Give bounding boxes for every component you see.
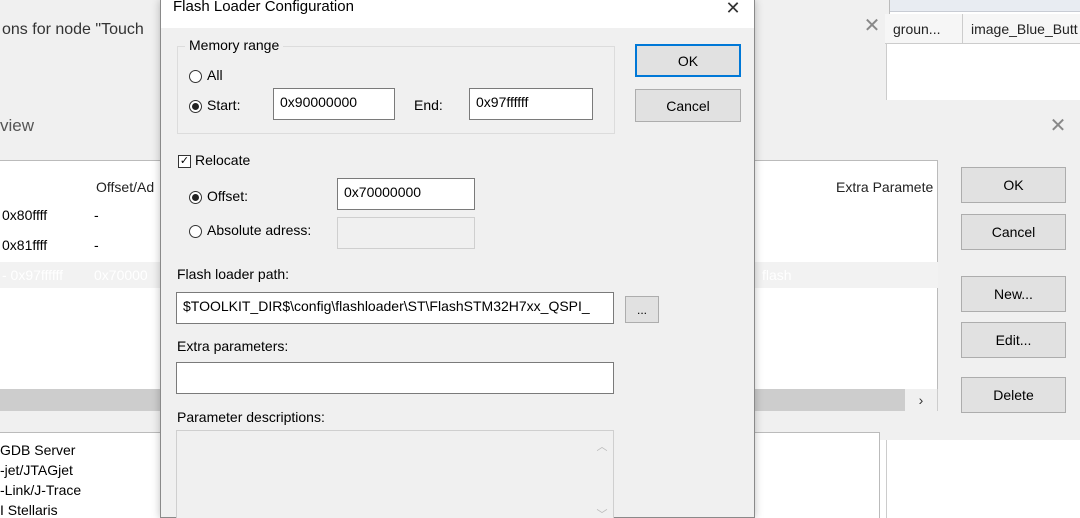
table-cell-offset: -: [94, 207, 99, 223]
flash-loader-path-input[interactable]: $TOOLKIT_DIR$\config\flashloader\ST\Flas…: [176, 292, 614, 324]
overview-close-icon[interactable]: ✕: [1044, 112, 1072, 140]
scroll-up-icon[interactable]: ︿: [591, 438, 613, 454]
offset-label: Offset:: [207, 188, 248, 204]
start-label: Start:: [207, 97, 241, 113]
browse-button[interactable]: ...: [625, 296, 659, 323]
table-cell-range: 0x80ffff: [2, 207, 48, 223]
relocate-checkbox[interactable]: ✓: [178, 155, 191, 168]
new-button[interactable]: New...: [961, 276, 1066, 312]
table-cell-extra: flash: [762, 267, 792, 283]
editor-tab[interactable]: groun...: [885, 14, 963, 44]
all-radio[interactable]: [189, 70, 202, 83]
list-item[interactable]: I Stellaris: [0, 502, 58, 518]
editor-tab[interactable]: image_Blue_Butt: [963, 14, 1080, 44]
close-icon[interactable]: ✕: [719, 0, 747, 22]
scroll-right-icon[interactable]: ›: [905, 389, 937, 411]
end-address-input[interactable]: 0x97ffffff: [469, 88, 593, 120]
relocate-label: Relocate: [195, 152, 251, 168]
table-cell-offset: -: [94, 237, 99, 253]
memory-range-legend: Memory range: [185, 37, 284, 53]
absolute-address-radio[interactable]: [189, 225, 202, 238]
list-item[interactable]: -jet/JTAGjet: [0, 462, 73, 478]
ok-button[interactable]: OK: [635, 44, 741, 77]
absolute-address-label: Absolute adress:: [207, 222, 312, 238]
list-item[interactable]: GDB Server: [0, 442, 75, 458]
editor-tab-bar: groun... image_Blue_Butt: [885, 14, 1080, 44]
offset-radio[interactable]: [189, 191, 202, 204]
all-label: All: [207, 67, 223, 83]
scroll-down-icon[interactable]: ﹀: [591, 506, 613, 518]
checkmark-icon: ✓: [179, 155, 190, 167]
options-window-title: ons for node "Touch: [2, 21, 144, 38]
parameter-descriptions-label: Parameter descriptions:: [177, 409, 325, 425]
start-radio[interactable]: [189, 100, 202, 113]
overview-ok-button[interactable]: OK: [961, 167, 1066, 203]
delete-button[interactable]: Delete: [961, 377, 1066, 413]
table-cell-range: - 0x97ffffff: [2, 267, 63, 283]
dialog-title: Flash Loader Configuration: [173, 0, 354, 15]
extra-parameters-label: Extra parameters:: [177, 338, 289, 354]
offset-input[interactable]: 0x70000000: [337, 178, 475, 210]
end-label: End:: [414, 97, 443, 113]
flash-loader-config-dialog: Flash Loader Configuration ✕ Memory rang…: [160, 0, 755, 518]
flash-loader-path-label: Flash loader path:: [177, 266, 290, 282]
overview-cancel-button[interactable]: Cancel: [961, 214, 1066, 250]
parameter-descriptions-box: [176, 430, 614, 518]
column-header-offset[interactable]: Offset/Ad: [96, 179, 154, 195]
absolute-address-input[interactable]: [337, 217, 475, 249]
table-cell-range: 0x81ffff: [2, 237, 48, 253]
edit-button[interactable]: Edit...: [961, 322, 1066, 358]
start-address-input[interactable]: 0x90000000: [273, 88, 395, 120]
overview-window-title: view: [0, 116, 35, 135]
column-header-extra[interactable]: Extra Paramete: [836, 179, 933, 195]
options-close-icon[interactable]: ✕: [860, 14, 884, 38]
list-item[interactable]: -Link/J-Trace: [0, 482, 81, 498]
cancel-button[interactable]: Cancel: [635, 89, 741, 122]
vertical-scrollbar[interactable]: ︿ ﹀: [591, 432, 613, 518]
extra-parameters-input[interactable]: [176, 362, 614, 394]
table-cell-offset: 0x70000: [94, 267, 148, 283]
